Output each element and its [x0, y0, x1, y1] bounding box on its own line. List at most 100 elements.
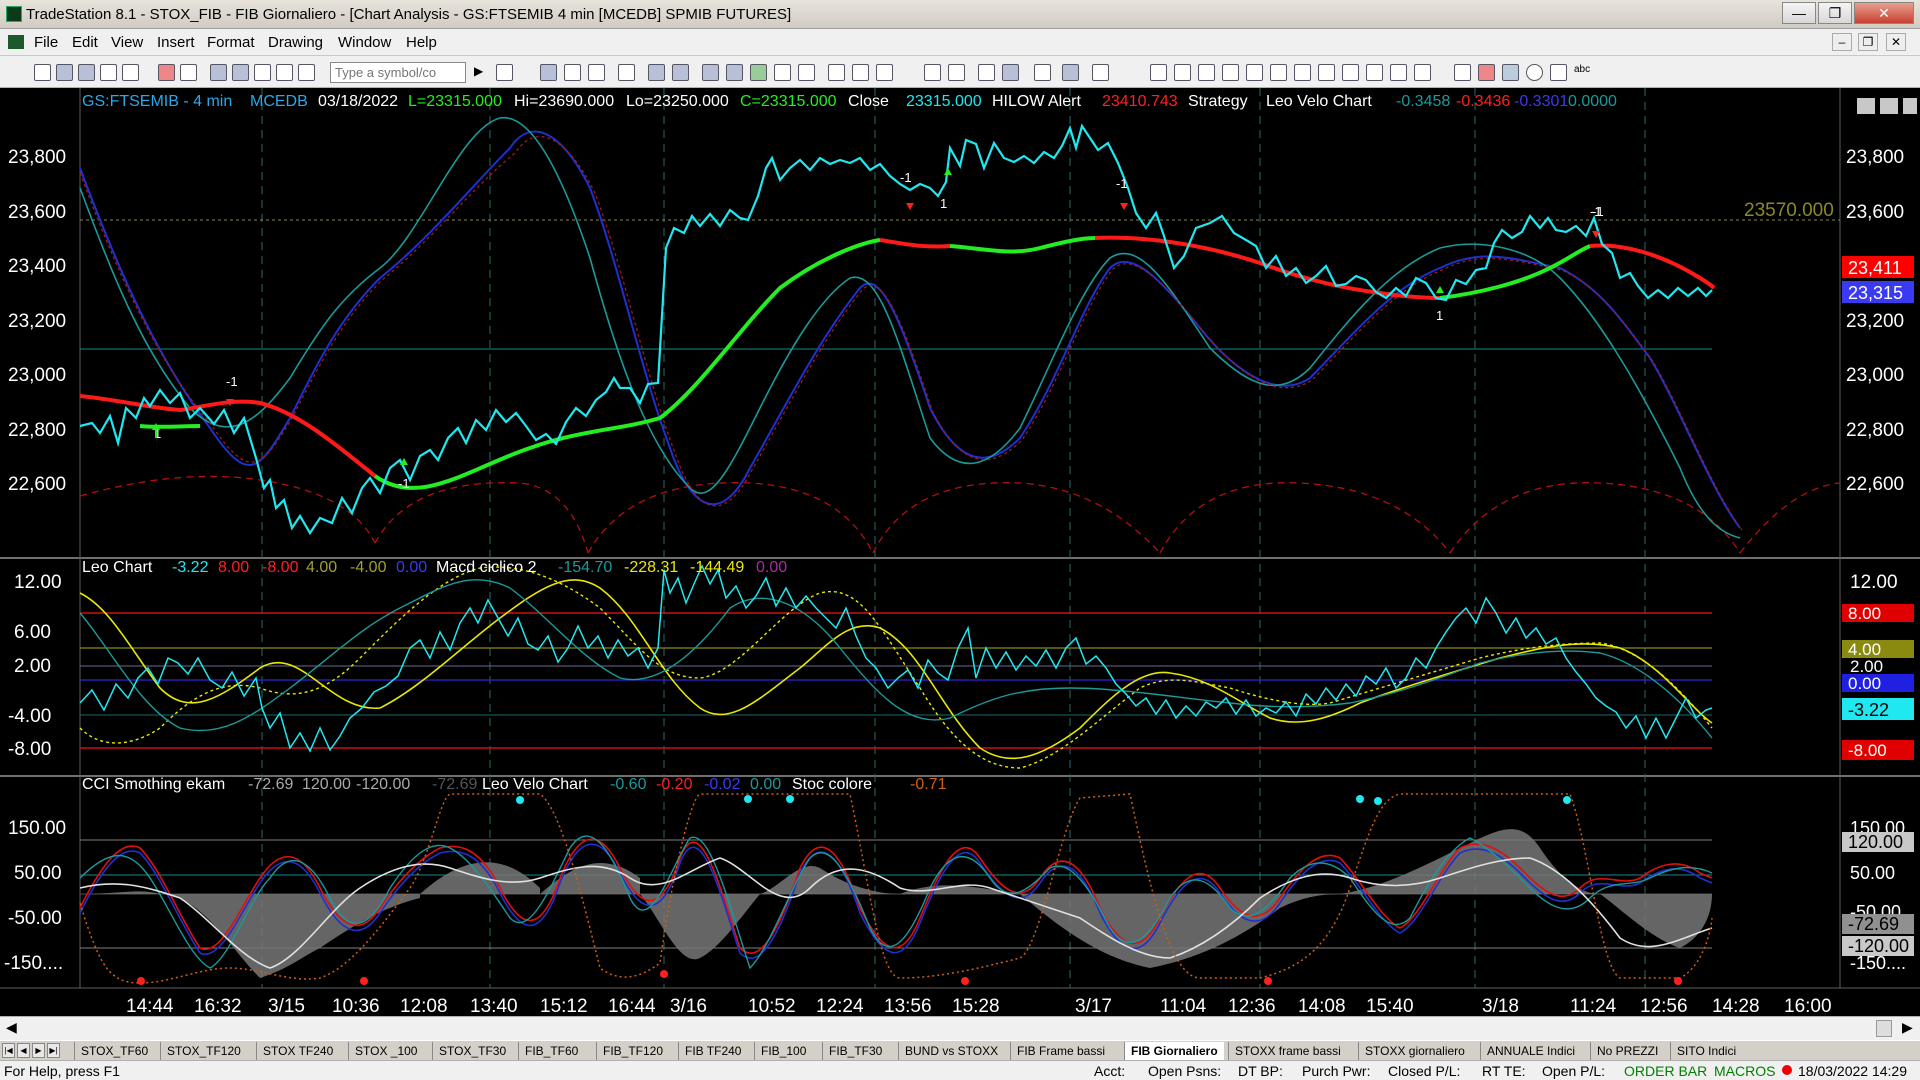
insert-indicator-icon[interactable]: [564, 64, 581, 81]
zoom-in-icon[interactable]: [924, 64, 941, 81]
new-icon[interactable]: [34, 64, 51, 81]
workspace-icon[interactable]: [122, 64, 139, 81]
rectangle-icon[interactable]: [1550, 64, 1567, 81]
minimize-button[interactable]: —: [1782, 2, 1816, 24]
prev-tab-icon[interactable]: ◀: [17, 1043, 30, 1058]
pan-icon[interactable]: [1092, 64, 1109, 81]
next-tab-icon[interactable]: ▶: [32, 1043, 45, 1058]
tab-fib-tf30[interactable]: FIB_TF30: [822, 1042, 888, 1060]
layout-icon[interactable]: [726, 64, 743, 81]
status-macros[interactable]: MACROS: [1714, 1063, 1775, 1079]
mdi-close-button[interactable]: ✕: [1886, 33, 1906, 51]
tab-fib-tf120[interactable]: FIB_TF120: [596, 1042, 669, 1060]
gann-icon[interactable]: [1270, 64, 1287, 81]
bars-alt-icon[interactable]: [798, 64, 815, 81]
go-arrow-icon[interactable]: ▶: [474, 64, 491, 81]
menu-file[interactable]: File: [34, 34, 58, 51]
drag-icon[interactable]: [1002, 64, 1019, 81]
tab-fib-frame-bassi[interactable]: FIB Frame bassi: [1010, 1042, 1111, 1060]
close-button[interactable]: ✕: [1854, 2, 1914, 24]
menu-view[interactable]: View: [111, 34, 143, 51]
insert-strategy-icon[interactable]: [588, 64, 605, 81]
arrow-down-icon[interactable]: [1478, 64, 1495, 81]
last-tab-icon[interactable]: ▶|: [47, 1043, 60, 1058]
format-symbol-icon[interactable]: [618, 64, 635, 81]
paste-icon[interactable]: [298, 64, 315, 81]
link-icon[interactable]: [276, 64, 293, 81]
bars-icon[interactable]: [774, 64, 791, 81]
tab-fib-100[interactable]: FIB_100: [754, 1042, 812, 1060]
menu-window[interactable]: Window: [338, 34, 391, 51]
chart-style-icon[interactable]: [672, 64, 689, 81]
arc-icon[interactable]: [1390, 64, 1407, 81]
line-tool-icon[interactable]: [1454, 64, 1471, 81]
tab-fib-tf60[interactable]: FIB_TF60: [518, 1042, 584, 1060]
cut-icon[interactable]: [210, 64, 227, 81]
hand-icon[interactable]: [1062, 64, 1079, 81]
zoom-out-icon[interactable]: [948, 64, 965, 81]
hline-icon[interactable]: [1174, 64, 1191, 81]
chart-doc-icon[interactable]: [8, 35, 24, 49]
menu-drawing[interactable]: Drawing: [268, 34, 323, 51]
symbol-lookup-icon[interactable]: [496, 64, 513, 81]
cursor-data-icon[interactable]: [852, 64, 869, 81]
xy-icon[interactable]: [1366, 64, 1383, 81]
cursor-cross-icon[interactable]: [828, 64, 845, 81]
save-all-icon[interactable]: [100, 64, 117, 81]
print-icon[interactable]: [180, 64, 197, 81]
pointer-icon[interactable]: [978, 64, 995, 81]
lock-icon[interactable]: [254, 64, 271, 81]
tab-stox-tf60[interactable]: STOX_TF60: [74, 1042, 154, 1060]
tab-stoxx-giornaliero[interactable]: STOXX giornaliero: [1358, 1042, 1471, 1060]
first-tab-icon[interactable]: |◀: [2, 1043, 15, 1058]
menu-help[interactable]: Help: [406, 34, 437, 51]
fib-icon[interactable]: [1246, 64, 1263, 81]
arrow-up-icon[interactable]: [1502, 64, 1519, 81]
tab-stox-tf120[interactable]: STOX_TF120: [160, 1042, 247, 1060]
insert-analysis-icon[interactable]: [540, 64, 557, 81]
cycle-icon[interactable]: [1294, 64, 1311, 81]
save-icon[interactable]: [78, 64, 95, 81]
scroll-left-icon[interactable]: ◀: [6, 1019, 17, 1036]
chart-analysis-window[interactable]: 23,800 23,600 23,400 23,200 23,000 22,80…: [0, 88, 1920, 1017]
tab-stox-tf240[interactable]: STOX TF240: [256, 1042, 339, 1060]
tab-stox-tf30[interactable]: STOX_TF30: [432, 1042, 512, 1060]
tab-annuale-indici[interactable]: ANNUALE Indici: [1480, 1042, 1581, 1060]
symbol-input[interactable]: [330, 62, 466, 83]
tab-no-prezzi[interactable]: No PREZZI: [1590, 1042, 1664, 1060]
open-icon[interactable]: [56, 64, 73, 81]
print-preview-icon[interactable]: [158, 64, 175, 81]
status-order-bar[interactable]: ORDER BAR: [1624, 1063, 1707, 1079]
hilow-down-line-4: [1589, 243, 1716, 290]
chart-window-icon[interactable]: [648, 64, 665, 81]
vline-icon[interactable]: [1198, 64, 1215, 81]
leo-axis-left: 12.00 6.00 2.00 -4.00 -8.00: [8, 572, 62, 760]
tools-icon[interactable]: [1034, 64, 1051, 81]
copy-icon[interactable]: [232, 64, 249, 81]
data-window-icon[interactable]: [702, 64, 719, 81]
horizontal-scrollbar[interactable]: ◀ ▶: [0, 1016, 1920, 1040]
channel-icon[interactable]: [1222, 64, 1239, 81]
cursor-snap-icon[interactable]: [876, 64, 893, 81]
tab-fib-tf240[interactable]: FIB TF240: [678, 1042, 747, 1060]
regression-icon[interactable]: [1342, 64, 1359, 81]
tab-stoxx-frame-bassi[interactable]: STOXX frame bassi: [1228, 1042, 1347, 1060]
tab-sito-indici[interactable]: SITO Indici: [1670, 1042, 1742, 1060]
menu-edit[interactable]: Edit: [72, 34, 98, 51]
tab-bund-vs-stoxx[interactable]: BUND vs STOXX: [898, 1042, 1004, 1060]
speedline-icon[interactable]: [1318, 64, 1335, 81]
text-tool-icon[interactable]: abc: [1574, 64, 1591, 81]
ellipse-icon[interactable]: [1526, 64, 1543, 81]
pencil-icon[interactable]: [1414, 64, 1431, 81]
maximize-button[interactable]: ❐: [1818, 2, 1852, 24]
menu-insert[interactable]: Insert: [157, 34, 195, 51]
strategy-icon[interactable]: [750, 64, 767, 81]
scroll-thumb[interactable]: [1876, 1020, 1892, 1037]
trendline-icon[interactable]: [1150, 64, 1167, 81]
tab-stox-100[interactable]: STOX _100: [348, 1042, 423, 1060]
mdi-restore-button[interactable]: ❐: [1858, 33, 1878, 51]
tab-fib-giornaliero[interactable]: FIB Giornaliero: [1124, 1042, 1224, 1060]
mdi-minimize-button[interactable]: –: [1832, 33, 1852, 51]
menu-format[interactable]: Format: [207, 34, 255, 51]
scroll-right-icon[interactable]: ▶: [1902, 1019, 1913, 1036]
